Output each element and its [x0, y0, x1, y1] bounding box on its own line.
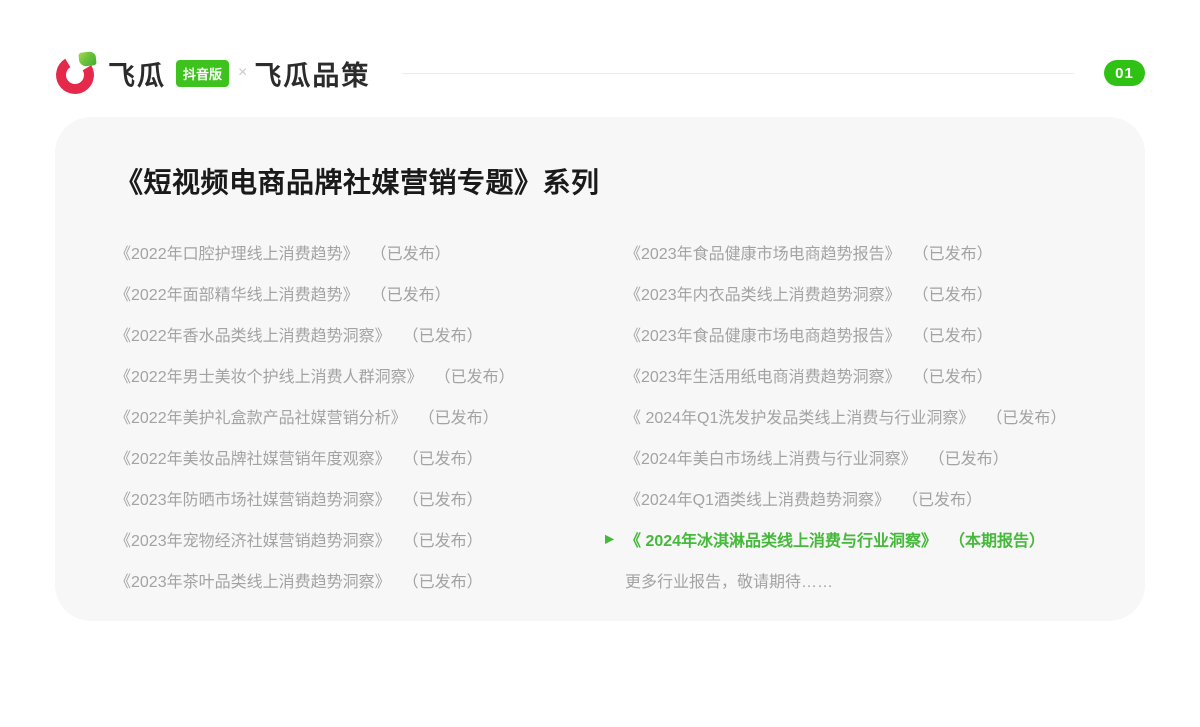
- report-title: 《2023年生活用纸电商消费趋势洞察》: [625, 368, 901, 386]
- header-divider: [402, 72, 1074, 74]
- report-title: 《2022年口腔护理线上消费趋势》: [115, 245, 359, 263]
- report-item: 《2023年茶叶品类线上消费趋势洞察》 （已发布）: [115, 559, 625, 600]
- report-item: 《2024年Q1酒类线上消费趋势洞察》 （已发布）: [625, 477, 1145, 518]
- report-status: （已发布）: [402, 327, 483, 345]
- report-item: 《2023年宠物经济社媒营销趋势洞察》 （已发布）: [115, 518, 625, 559]
- multiply-separator: ×: [238, 64, 248, 81]
- report-title: 《2024年Q1酒类线上消费趋势洞察》: [625, 491, 890, 509]
- report-item: 《2023年防晒市场社媒营销趋势洞察》 （已发布）: [115, 477, 625, 518]
- report-item: 《2022年香水品类线上消费趋势洞察》 （已发布）: [115, 313, 625, 354]
- report-title: 《 2024年Q1洗发护发品类线上消费与行业洞察》: [625, 409, 975, 427]
- current-report-marker-icon: ▶: [605, 531, 615, 546]
- report-status: （已发布）: [912, 286, 993, 304]
- report-title: 《2023年防晒市场社媒营销趋势洞察》: [115, 491, 391, 509]
- report-title: 《2022年美护礼盒款产品社媒营销分析》: [115, 409, 407, 427]
- report-title: 更多行业报告，敬请期待……: [625, 573, 834, 591]
- report-item: 《2023年食品健康市场电商趋势报告》 （已发布）: [625, 313, 1145, 354]
- report-title: 《2023年茶叶品类线上消费趋势洞察》: [115, 573, 391, 591]
- report-item: 《2022年美护礼盒款产品社媒营销分析》 （已发布）: [115, 395, 625, 436]
- report-title: 《2023年食品健康市场电商趋势报告》: [625, 245, 901, 263]
- partner-logo-text: 飞瓜品策: [254, 60, 371, 91]
- report-column-right: 《2023年食品健康市场电商趋势报告》 （已发布） 《2023年内衣品类线上消费…: [605, 231, 1145, 600]
- report-item: 《2022年面部精华线上消费趋势》 （已发布）: [115, 272, 625, 313]
- report-status: （已发布）: [434, 368, 515, 386]
- report-status: （已发布）: [912, 368, 993, 386]
- report-item-more: 更多行业报告，敬请期待……: [625, 559, 1145, 600]
- leaf-shape: [78, 51, 97, 67]
- report-status: （已发布）: [402, 573, 483, 591]
- header: 飞瓜 抖音版 × 飞瓜品策 01: [51, 51, 1145, 99]
- report-status: （已发布）: [912, 245, 993, 263]
- report-status: （已发布）: [912, 327, 993, 345]
- report-item: 《2023年食品健康市场电商趋势报告》 （已发布）: [625, 231, 1145, 272]
- report-list: 《2022年口腔护理线上消费趋势》 （已发布） 《2022年面部精华线上消费趋势…: [115, 231, 1145, 600]
- report-title: 《2023年内衣品类线上消费趋势洞察》: [625, 286, 901, 304]
- report-series-card: 《短视频电商品牌社媒营销专题》系列 《2022年口腔护理线上消费趋势》 （已发布…: [55, 117, 1145, 621]
- report-item: 《2023年生活用纸电商消费趋势洞察》 （已发布）: [625, 354, 1145, 395]
- report-item: 《2024年美白市场线上消费与行业洞察》 （已发布）: [625, 436, 1145, 477]
- report-title: 《2022年美妆品牌社媒营销年度观察》: [115, 450, 391, 468]
- report-status: （已发布）: [402, 532, 483, 550]
- report-item: 《2023年内衣品类线上消费趋势洞察》 （已发布）: [625, 272, 1145, 313]
- douyin-version-badge: 抖音版: [176, 59, 230, 87]
- report-item: 《 2024年Q1洗发护发品类线上消费与行业洞察》 （已发布）: [625, 395, 1145, 436]
- report-title: 《2024年美白市场线上消费与行业洞察》: [625, 450, 917, 468]
- report-item: 《2022年男士美妆个护线上消费人群洞察》 （已发布）: [115, 354, 625, 395]
- page-number-badge: 01: [1104, 60, 1145, 86]
- report-status: （已发布）: [418, 409, 499, 427]
- report-status: （已发布）: [402, 491, 483, 509]
- report-title: 《2023年食品健康市场电商趋势报告》: [625, 327, 901, 345]
- report-item: 《2022年美妆品牌社媒营销年度观察》 （已发布）: [115, 436, 625, 477]
- report-status: （已发布）: [928, 450, 1009, 468]
- report-title: 《2022年男士美妆个护线上消费人群洞察》: [115, 368, 423, 386]
- report-status: （已发布）: [986, 409, 1067, 427]
- report-title: 《2022年面部精华线上消费趋势》: [115, 286, 359, 304]
- report-title: 《2022年香水品类线上消费趋势洞察》: [115, 327, 391, 345]
- report-item: 《2022年口腔护理线上消费趋势》 （已发布）: [115, 231, 625, 272]
- report-status: （已发布）: [370, 286, 451, 304]
- report-title: 《2023年宠物经济社媒营销趋势洞察》: [115, 532, 391, 550]
- report-status: （已发布）: [901, 491, 982, 509]
- report-item-current: ▶ 《 2024年冰淇淋品类线上消费与行业洞察》 （本期报告）: [605, 518, 1145, 559]
- report-status: （已发布）: [402, 450, 483, 468]
- feigua-logo-icon: [51, 51, 99, 99]
- report-title: 《 2024年冰淇淋品类线上消费与行业洞察》: [625, 532, 938, 550]
- report-column-left: 《2022年口腔护理线上消费趋势》 （已发布） 《2022年面部精华线上消费趋势…: [115, 231, 625, 600]
- report-status: （已发布）: [370, 245, 451, 263]
- series-title: 《短视频电商品牌社媒营销专题》系列: [115, 167, 600, 198]
- logo-text: 飞瓜: [108, 60, 166, 91]
- report-status: （本期报告）: [949, 532, 1046, 550]
